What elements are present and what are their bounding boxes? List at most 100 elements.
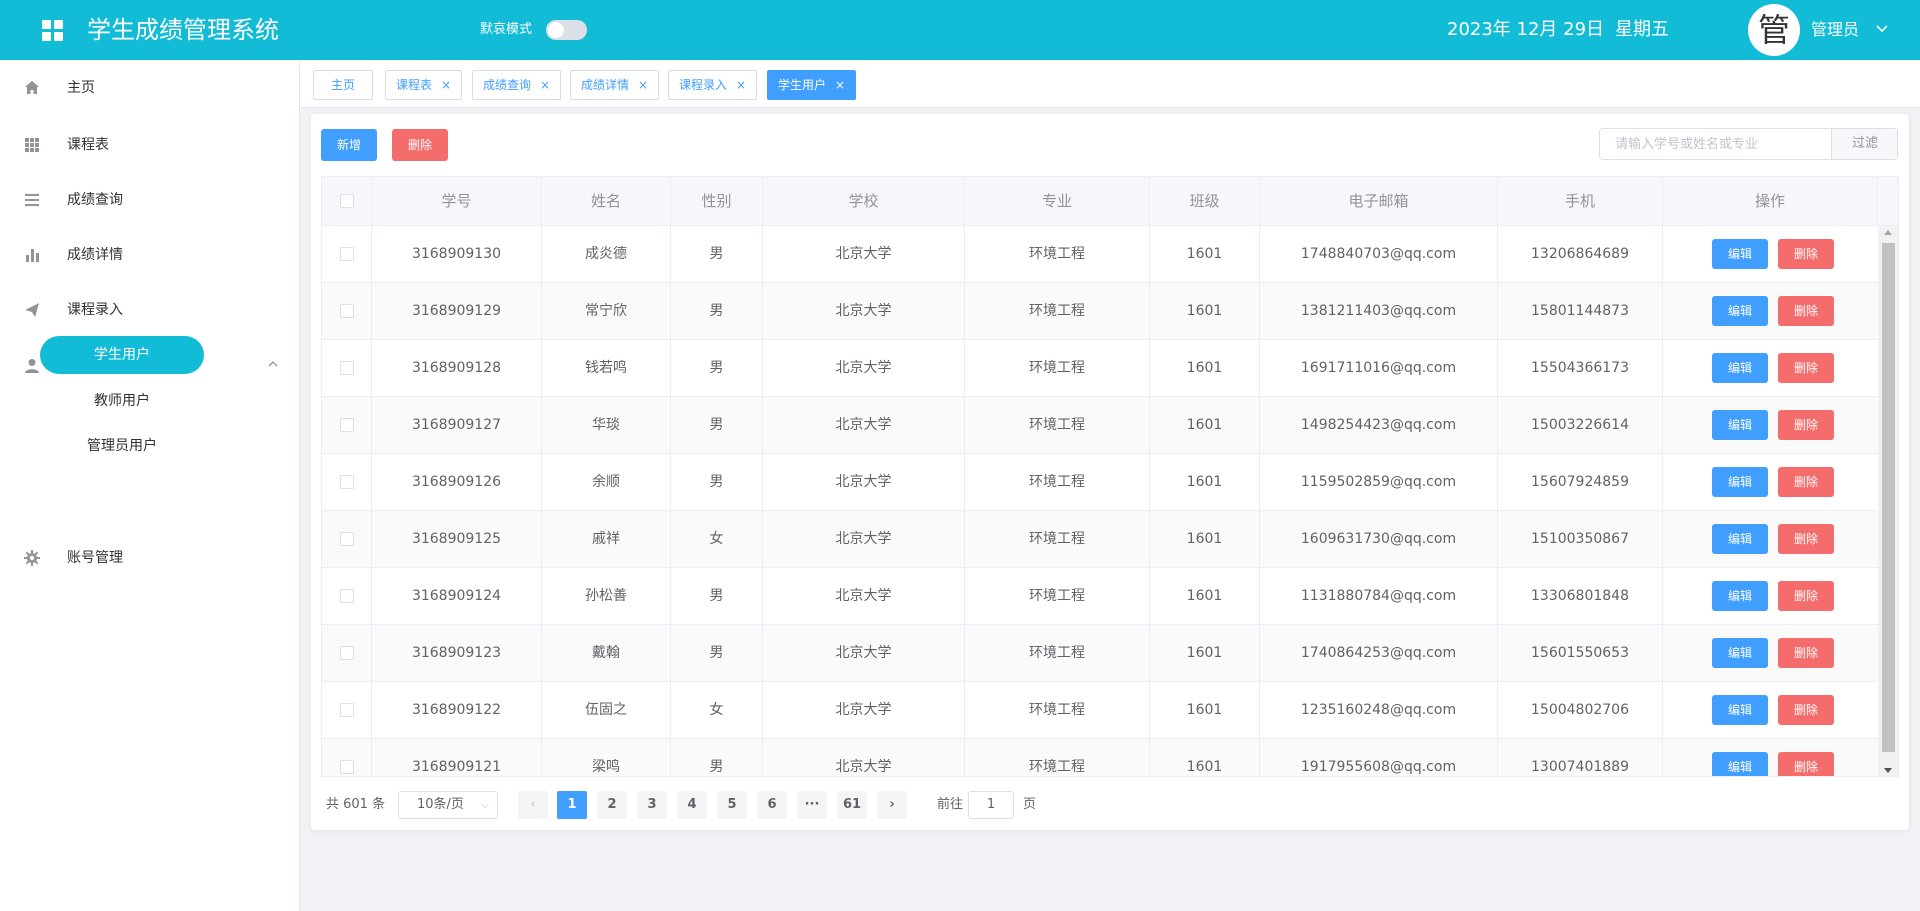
row-checkbox[interactable]	[340, 760, 354, 774]
sidebar-item-schedule[interactable]: 课程表	[0, 117, 299, 173]
cell-name: 梁鸣	[542, 739, 671, 776]
page-button[interactable]: 6	[757, 791, 787, 819]
cell-select	[322, 454, 372, 511]
cell-name: 戚祥	[542, 511, 671, 568]
column-header-phone: 手机	[1498, 177, 1663, 225]
cell-select	[322, 397, 372, 454]
cell-major: 环境工程	[965, 226, 1150, 283]
cell-major: 环境工程	[965, 454, 1150, 511]
mute-mode-toggle[interactable]	[546, 20, 587, 40]
row-checkbox[interactable]	[340, 304, 354, 318]
edit-button[interactable]: 编辑	[1712, 638, 1768, 668]
edit-button[interactable]: 编辑	[1712, 752, 1768, 776]
close-icon[interactable]: ×	[638, 78, 648, 92]
row-delete-button[interactable]: 删除	[1778, 524, 1834, 554]
column-header-actions: 操作	[1663, 177, 1878, 225]
edit-button[interactable]: 编辑	[1712, 296, 1768, 326]
cell-name: 成炎德	[542, 226, 671, 283]
page-button[interactable]: 5	[717, 791, 747, 819]
page-button[interactable]: 61	[837, 791, 867, 819]
avatar[interactable]: 管	[1748, 4, 1800, 56]
page-button[interactable]: 3	[637, 791, 667, 819]
tab-5[interactable]: 学生用户 ×	[767, 70, 857, 100]
cell-select	[322, 568, 372, 625]
goto-page-input[interactable]: 1	[968, 791, 1014, 819]
table-body: 3168909130 成炎德男北京大学 环境工程 1601 1748840703@qq.…	[322, 226, 1878, 776]
current-weekday: 星期五	[1615, 19, 1669, 40]
row-checkbox[interactable]	[340, 532, 354, 546]
edit-button[interactable]: 编辑	[1712, 410, 1768, 440]
chevron-down-icon[interactable]	[1875, 22, 1889, 36]
row-checkbox[interactable]	[340, 361, 354, 375]
sidebar-subitem-student-user[interactable]: 学生用户	[40, 336, 204, 374]
edit-button[interactable]: 编辑	[1712, 353, 1768, 383]
row-delete-button[interactable]: 删除	[1778, 410, 1834, 440]
cell-class: 1601	[1150, 511, 1260, 568]
edit-button[interactable]: 编辑	[1712, 524, 1768, 554]
scrollbar-thumb[interactable]	[1882, 243, 1895, 752]
tab-3[interactable]: 成绩详情 ×	[570, 70, 660, 100]
row-delete-button[interactable]: 删除	[1778, 296, 1834, 326]
sidebar-item-label: 主页	[67, 80, 95, 96]
next-page-button[interactable]: ›	[877, 791, 907, 819]
column-header-name: 姓名	[542, 177, 671, 225]
sidebar-item-label: 课程表	[67, 137, 109, 153]
row-delete-button[interactable]: 删除	[1778, 752, 1834, 776]
scroll-down-icon[interactable]	[1884, 768, 1892, 773]
more-pages-button[interactable]: ···	[797, 791, 827, 819]
close-icon[interactable]: ×	[835, 78, 845, 92]
tab-0[interactable]: 主页	[313, 70, 374, 100]
row-checkbox[interactable]	[340, 589, 354, 603]
page-button[interactable]: 4	[677, 791, 707, 819]
cell-student-id: 3168909121	[372, 739, 542, 776]
cell-school: 北京大学	[763, 397, 965, 454]
user-name-dropdown[interactable]: 管理员	[1811, 19, 1859, 41]
row-checkbox[interactable]	[340, 247, 354, 261]
sidebar-item-score-detail[interactable]: 成绩详情	[0, 227, 299, 283]
row-delete-button[interactable]: 删除	[1778, 353, 1834, 383]
close-icon[interactable]: ×	[736, 78, 746, 92]
select-all-checkbox[interactable]	[340, 194, 354, 208]
edit-button[interactable]: 编辑	[1712, 695, 1768, 725]
row-checkbox[interactable]	[340, 646, 354, 660]
edit-button[interactable]: 编辑	[1712, 239, 1768, 269]
table-scrollbar[interactable]	[1878, 226, 1898, 776]
sidebar-subitem-admin-user[interactable]: 管理员用户	[40, 427, 204, 465]
page-size-value: 10条/页	[417, 797, 464, 812]
row-checkbox[interactable]	[340, 475, 354, 489]
sidebar-item-home[interactable]: 主页	[0, 60, 299, 116]
page-button[interactable]: 2	[597, 791, 627, 819]
sidebar-subitem-teacher-user[interactable]: 教师用户	[40, 382, 204, 420]
row-delete-button[interactable]: 删除	[1778, 467, 1834, 497]
sidebar-item-account-management[interactable]: 账号管理	[0, 530, 299, 586]
filter-button[interactable]: 过滤	[1831, 129, 1897, 159]
tab-4[interactable]: 课程录入 ×	[668, 70, 758, 100]
row-checkbox[interactable]	[340, 418, 354, 432]
tab-1[interactable]: 课程表 ×	[385, 70, 463, 100]
edit-button[interactable]: 编辑	[1712, 467, 1768, 497]
row-delete-button[interactable]: 删除	[1778, 239, 1834, 269]
row-delete-button[interactable]: 删除	[1778, 581, 1834, 611]
add-button[interactable]: 新增	[321, 129, 377, 161]
cell-major: 环境工程	[965, 739, 1150, 776]
tab-bar: 主页 课程表 × 成绩查询 × 成绩详情 × 课程录入 × 学生用户 ×	[300, 60, 1920, 108]
page-button[interactable]: 1	[557, 791, 587, 819]
apps-grid-icon[interactable]	[42, 20, 63, 41]
search-input[interactable]	[1600, 129, 1831, 159]
scroll-up-icon[interactable]	[1884, 230, 1892, 235]
close-icon[interactable]: ×	[441, 78, 451, 92]
edit-button[interactable]: 编辑	[1712, 581, 1768, 611]
row-delete-button[interactable]: 删除	[1778, 638, 1834, 668]
column-header-select[interactable]	[322, 177, 372, 225]
page-size-select[interactable]: 10条/页 ⌵	[398, 791, 498, 819]
row-delete-button[interactable]: 删除	[1778, 695, 1834, 725]
tab-2[interactable]: 成绩查询 ×	[472, 70, 562, 100]
close-icon[interactable]: ×	[540, 78, 550, 92]
cell-gender: 男	[671, 454, 763, 511]
sidebar-item-score-query[interactable]: 成绩查询	[0, 172, 299, 228]
sidebar-item-course-entry[interactable]: 课程录入	[0, 282, 299, 338]
delete-button[interactable]: 删除	[392, 129, 448, 161]
row-checkbox[interactable]	[340, 703, 354, 717]
prev-page-button[interactable]: ‹	[518, 791, 548, 819]
cell-gender: 男	[671, 226, 763, 283]
